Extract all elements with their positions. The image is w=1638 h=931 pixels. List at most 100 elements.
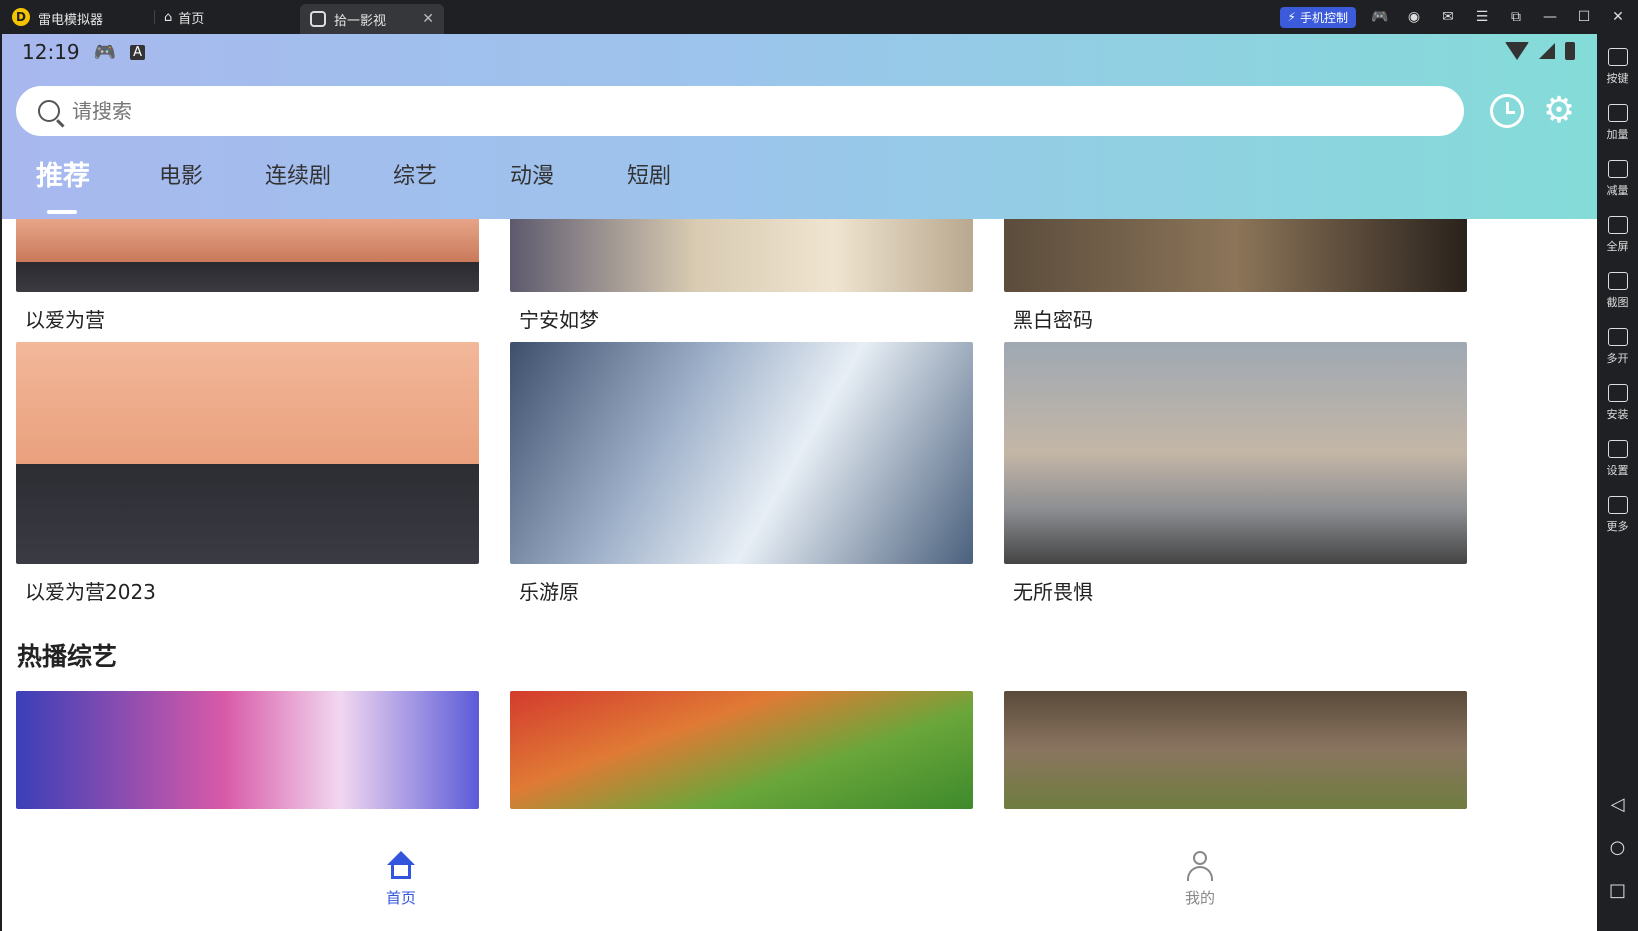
restore-icon[interactable]: ⧉ <box>1506 7 1526 27</box>
active-tab-indicator <box>47 210 77 214</box>
tab-app-label: 拾一影视 <box>334 13 387 29</box>
nav-me-label: 我的 <box>1184 889 1215 907</box>
video-title: 乐游原 <box>519 580 579 604</box>
nav-home-label: 首页 <box>385 889 416 907</box>
app-header: 12:19 🎮 A ⚙ 推荐 电影 连续剧 综艺 动漫 短剧 <box>2 34 1597 219</box>
user-icon[interactable]: ◉ <box>1404 7 1424 27</box>
phone-screen: 12:19 🎮 A ⚙ 推荐 电影 连续剧 综艺 动漫 短剧 以爱 <box>2 34 1597 931</box>
battery-icon <box>1565 42 1575 60</box>
volume-up-icon <box>1607 104 1628 122</box>
video-card[interactable]: 宁安如梦 <box>510 219 973 333</box>
emulator-app-name: 雷电模拟器 <box>38 13 104 28</box>
video-poster <box>16 342 479 564</box>
sidebar-item-install[interactable]: 安装 <box>1597 384 1638 422</box>
status-bar: 12:19 🎮 A <box>22 40 145 64</box>
a-status-icon: A <box>130 44 145 60</box>
video-card[interactable] <box>16 691 479 809</box>
tab-home[interactable]: ⌂ 首页 <box>164 8 204 27</box>
phone-control-button[interactable]: ⚡ 手机控制 <box>1279 6 1356 28</box>
multi-instance-icon <box>1607 328 1628 346</box>
lightning-icon: ⚡ <box>1287 10 1296 24</box>
video-card[interactable]: 以爱为营2023 <box>16 342 479 605</box>
tab-series[interactable]: 连续剧 <box>265 158 331 190</box>
tab-short[interactable]: 短剧 <box>627 158 671 190</box>
home-circle-icon[interactable]: ○ <box>1597 837 1638 858</box>
sidebar-item-fullscreen[interactable]: 全屏 <box>1597 216 1638 254</box>
video-card[interactable] <box>510 691 973 809</box>
video-poster <box>16 219 479 292</box>
gamepad-icon[interactable]: 🎮 <box>1370 7 1390 27</box>
video-poster <box>510 342 973 564</box>
sidebar-label: 安装 <box>1606 408 1629 421</box>
sidebar-item-keys[interactable]: 按键 <box>1597 48 1638 86</box>
history-icon[interactable] <box>1490 94 1524 128</box>
tab-movie[interactable]: 电影 <box>159 158 203 190</box>
maximize-icon[interactable]: ☐ <box>1574 7 1594 27</box>
emulator-sidebar: 按键 加量 减量 全屏 截图 多开 安装 设置 更多 ◁ ○ □ <box>1597 34 1638 931</box>
user-icon <box>1185 851 1215 881</box>
nav-me[interactable]: 我的 <box>1160 851 1240 908</box>
section-title: 热播综艺 <box>17 642 118 671</box>
search-bar[interactable] <box>16 86 1464 136</box>
video-poster <box>16 691 479 809</box>
video-title: 以爱为营 <box>25 308 105 332</box>
more-icon <box>1607 496 1628 514</box>
home-icon: ⌂ <box>164 10 173 25</box>
video-card[interactable]: 乐游原 <box>510 342 973 605</box>
tab-variety[interactable]: 综艺 <box>393 158 437 190</box>
video-poster <box>1004 691 1467 809</box>
video-card[interactable]: 黑白密码 <box>1004 219 1467 333</box>
recents-icon[interactable]: □ <box>1597 880 1638 901</box>
sidebar-item-volume-down[interactable]: 减量 <box>1597 160 1638 198</box>
video-title: 黑白密码 <box>1013 308 1093 332</box>
tab-recommend[interactable]: 推荐 <box>36 154 90 193</box>
content-feed: 以爱为营 宁安如梦 黑白密码 以爱为营2023 乐游原 无所畏惧 热播综艺 <box>2 219 1597 831</box>
video-title: 以爱为营2023 <box>25 580 156 604</box>
status-icons <box>1505 42 1575 60</box>
minimize-icon[interactable]: — <box>1540 7 1560 27</box>
sidebar-item-settings[interactable]: 设置 <box>1597 440 1638 478</box>
scissors-icon <box>1607 272 1628 290</box>
video-poster <box>510 691 973 809</box>
category-tabs: 推荐 电影 连续剧 综艺 动漫 短剧 <box>2 154 902 214</box>
mail-icon[interactable]: ✉ <box>1438 7 1458 27</box>
video-card[interactable] <box>1004 691 1467 809</box>
sidebar-item-more[interactable]: 更多 <box>1597 496 1638 534</box>
sidebar-label: 加量 <box>1606 128 1629 141</box>
sidebar-item-volume-up[interactable]: 加量 <box>1597 104 1638 142</box>
titlebar-divider <box>154 10 155 24</box>
sidebar-label: 更多 <box>1606 520 1629 533</box>
sidebar-item-multi[interactable]: 多开 <box>1597 328 1638 366</box>
close-tab-icon[interactable]: ✕ <box>422 11 434 27</box>
sidebar-label: 按键 <box>1606 72 1629 85</box>
gear-icon[interactable]: ⚙ <box>1542 93 1576 129</box>
sidebar-item-screenshot[interactable]: 截图 <box>1597 272 1638 310</box>
video-poster <box>1004 219 1467 292</box>
wifi-icon <box>1505 42 1529 60</box>
bottom-navigation: 首页 我的 <box>2 831 1597 931</box>
nav-home[interactable]: 首页 <box>361 851 441 908</box>
video-poster <box>1004 342 1467 564</box>
tab-app[interactable]: 拾一影视 ✕ <box>300 4 444 34</box>
search-icon <box>38 100 60 122</box>
video-title: 宁安如梦 <box>519 308 599 332</box>
app-tab-icon <box>310 11 326 27</box>
video-poster <box>510 219 973 292</box>
tab-anime[interactable]: 动漫 <box>510 158 554 190</box>
sidebar-label: 多开 <box>1606 352 1629 365</box>
home-icon <box>386 851 416 881</box>
close-window-icon[interactable]: ✕ <box>1608 7 1628 27</box>
search-input[interactable] <box>72 99 1372 123</box>
signal-icon <box>1539 43 1555 59</box>
sidebar-label: 截图 <box>1606 296 1629 309</box>
volume-down-icon <box>1607 160 1628 178</box>
video-card[interactable]: 无所畏惧 <box>1004 342 1467 605</box>
status-time: 12:19 <box>22 40 80 64</box>
sidebar-label: 全屏 <box>1606 240 1629 253</box>
sidebar-label: 减量 <box>1606 184 1629 197</box>
menu-icon[interactable]: ☰ <box>1472 7 1492 27</box>
back-icon[interactable]: ◁ <box>1597 794 1638 815</box>
emulator-titlebar: D 雷电模拟器 ⌂ 首页 拾一影视 ✕ ⚡ 手机控制 🎮 ◉ ✉ ☰ ⧉ — ☐… <box>0 0 1638 34</box>
apk-icon <box>1607 384 1628 402</box>
video-card[interactable]: 以爱为营 <box>16 219 479 333</box>
